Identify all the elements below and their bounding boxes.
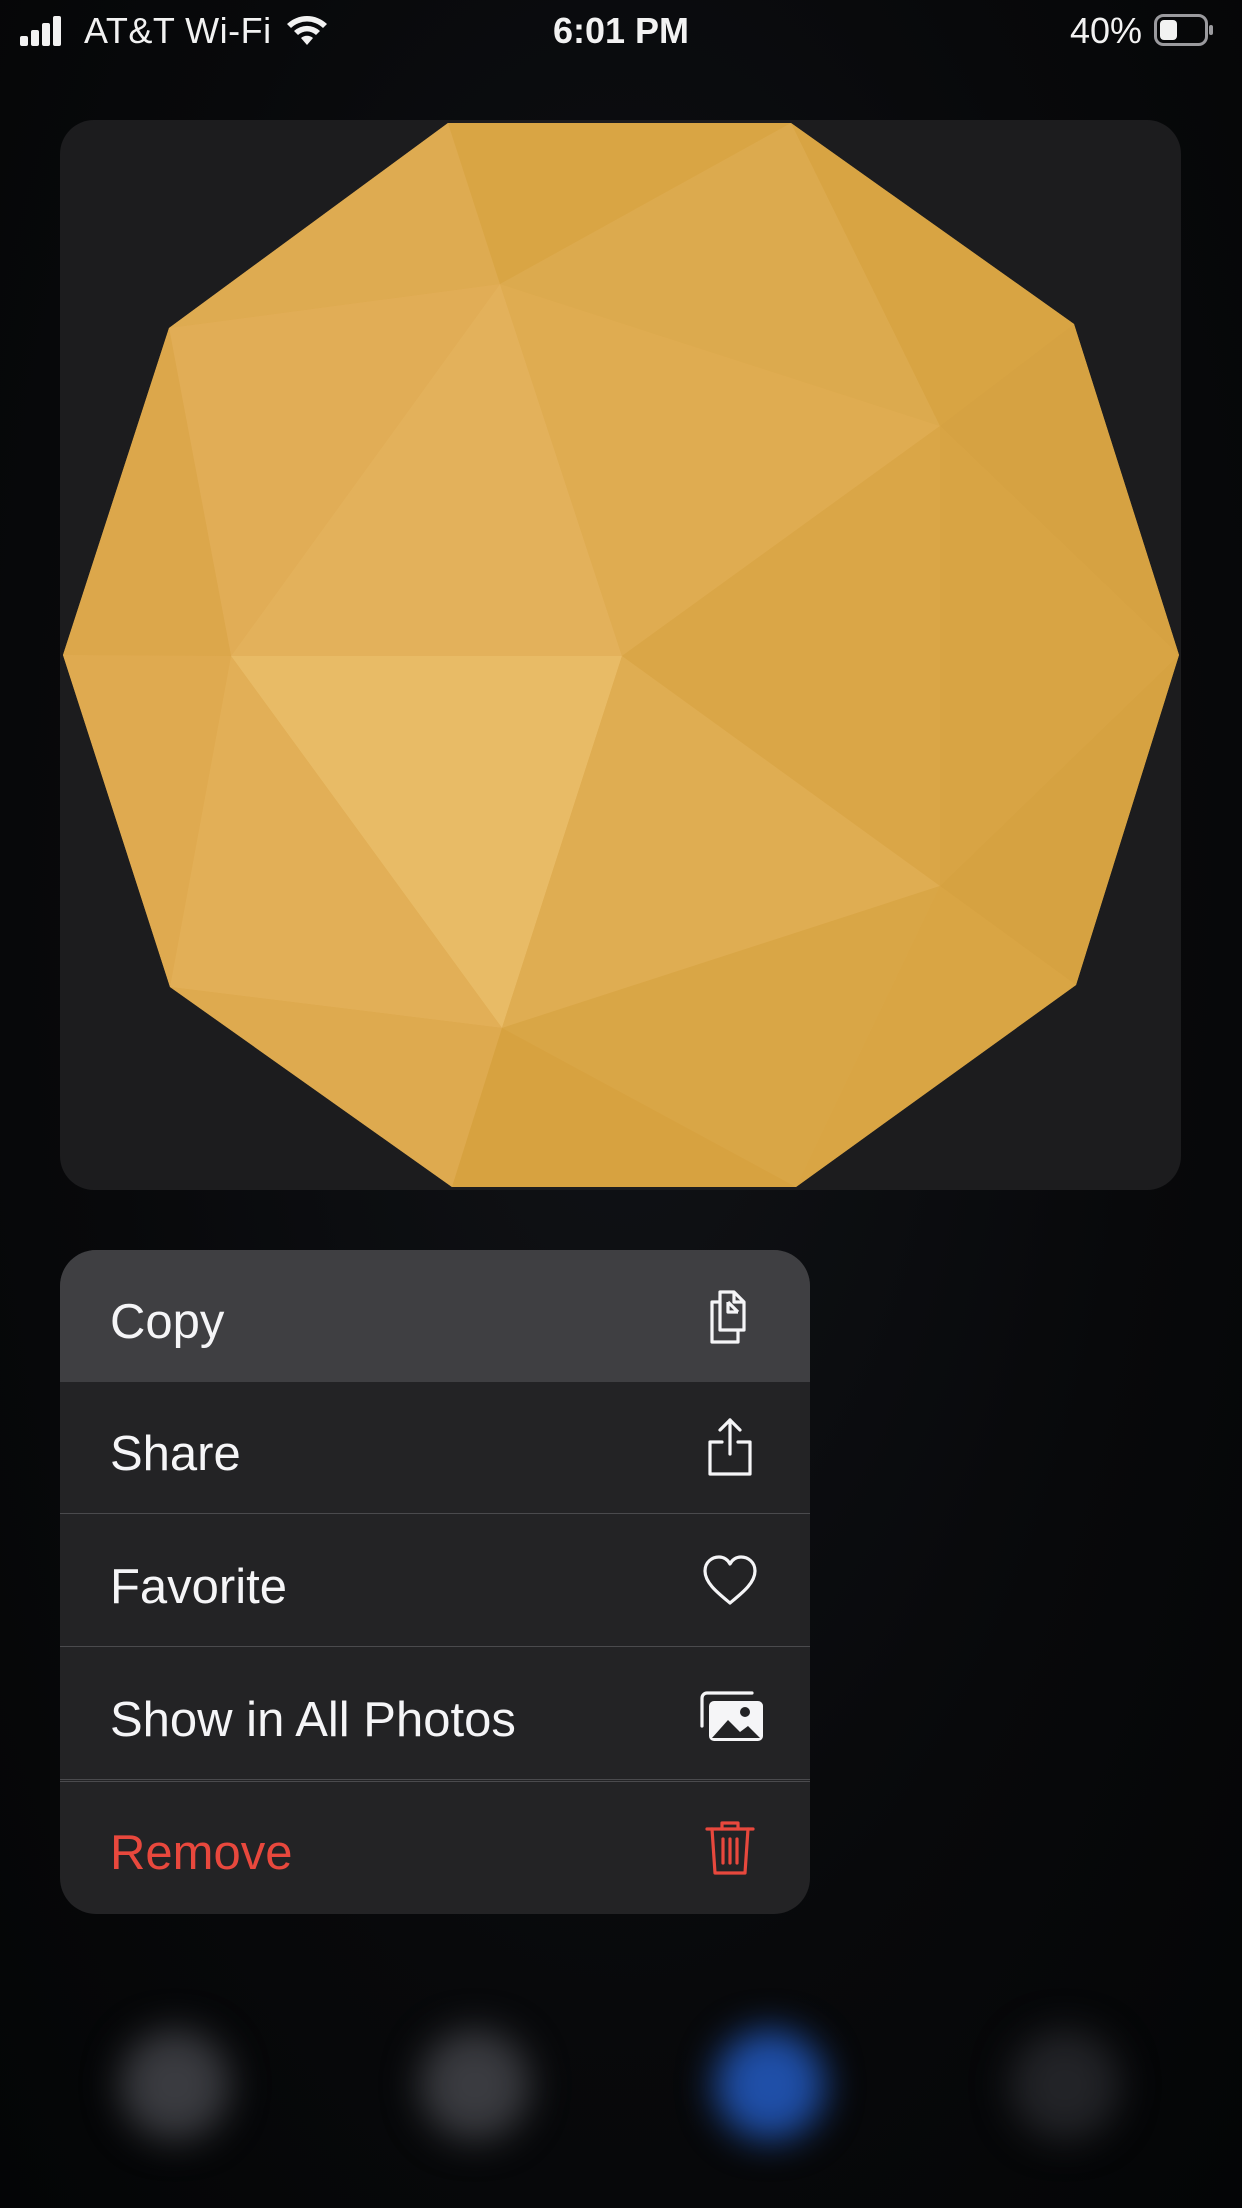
menu-item-show-in-all-photos[interactable]: Show in All Photos [60,1648,810,1780]
menu-item-label: Show in All Photos [110,1693,516,1747]
trash-icon [705,1821,755,1875]
battery-icon [1154,14,1213,46]
menu-item-favorite[interactable]: Favorite [60,1515,810,1647]
menu-divider [60,1779,810,1780]
menu-divider [60,1646,810,1647]
blurred-tab-icon [420,2030,530,2140]
menu-item-label: Remove [110,1826,293,1880]
menu-item-label: Copy [110,1295,225,1349]
menu-item-remove[interactable]: Remove [60,1781,810,1913]
polygon-image [63,123,1179,1187]
status-bar: AT&T Wi-Fi 6:01 PM 40% [0,0,1242,62]
screen: AT&T Wi-Fi 6:01 PM 40% Copy Share Favori… [0,0,1242,2208]
menu-item-copy[interactable]: Copy [60,1250,810,1382]
photos-icon [700,1691,763,1741]
photo-preview[interactable] [60,120,1181,1190]
blurred-tab-icon [120,2030,230,2140]
menu-divider [60,1781,810,1782]
menu-divider [60,1513,810,1514]
share-icon [708,1418,752,1476]
menu-item-label: Favorite [110,1560,288,1614]
heart-icon [703,1555,757,1605]
menu-item-label: Share [110,1427,241,1481]
clock: 6:01 PM [552,10,690,51]
menu-item-share[interactable]: Share [60,1382,810,1514]
context-menu: Copy Share Favorite Show in All Photos R… [60,1250,810,1914]
blurred-tab-icon [715,2030,825,2140]
copy-icon [710,1290,746,1344]
battery-percentage: 40% [1070,10,1143,51]
blurred-tab-icon [1010,2030,1120,2140]
